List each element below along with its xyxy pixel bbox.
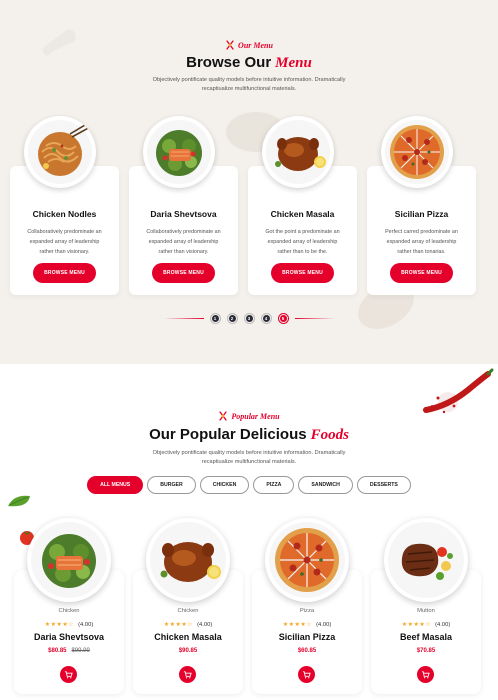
- card-description: Collaboratively predominate an expanded a…: [27, 229, 102, 255]
- cart-icon: [64, 671, 73, 679]
- add-to-cart-button[interactable]: [179, 666, 196, 683]
- filter-burger[interactable]: BURGER: [147, 476, 196, 494]
- browse-section-title: Browse Our Menu: [186, 54, 312, 71]
- browse-tag-label: Our Menu: [238, 40, 273, 50]
- browse-menu-section: Our Menu Browse Our Menu Objectively pont…: [0, 0, 498, 364]
- pager-line-right: [294, 318, 335, 319]
- filter-pizza[interactable]: PIZZA: [253, 476, 295, 494]
- filter-chicken[interactable]: CHICKEN: [199, 476, 250, 494]
- salmon-salad-plate-image: [143, 116, 215, 188]
- product-name[interactable]: Chicken Masala: [133, 632, 243, 642]
- filter-all-menus[interactable]: ALL MENUS: [87, 476, 144, 494]
- pager-line-left: [163, 318, 204, 319]
- star-rating-icon: ★★★★☆: [282, 622, 313, 628]
- product-prices: $90.85: [178, 648, 198, 654]
- card-title: Daria Shevtsova: [150, 209, 217, 219]
- filter-sandwich[interactable]: SANDWICH: [298, 476, 353, 494]
- beef-steak-plate-image: [384, 518, 468, 602]
- product-name[interactable]: Sicilian Pizza: [252, 632, 362, 642]
- popular-tag-label: Popular Menu: [231, 411, 280, 421]
- product-category: Pizza: [299, 608, 315, 614]
- product-prices: $70.85: [416, 648, 436, 654]
- browse-menu-button[interactable]: BROWSE MENU: [271, 263, 334, 283]
- product-name[interactable]: Beef Masala: [371, 632, 481, 642]
- basil-leaf-decoration-icon: [8, 495, 30, 507]
- star-rating-icon: ★★★★☆: [401, 622, 432, 628]
- browse-section-tag: Our Menu: [0, 40, 498, 50]
- add-to-cart-button[interactable]: [60, 666, 77, 683]
- fork-knife-icon: [219, 411, 228, 421]
- star-rating-icon: ★★★★☆: [44, 622, 75, 628]
- noodle-plate-image: [24, 116, 96, 188]
- popular-section-title: Our Popular Delicious Foods: [149, 426, 349, 443]
- add-to-cart-button[interactable]: [417, 666, 434, 683]
- browse-section-description: Objectively pontificate quality models b…: [152, 77, 346, 92]
- carousel-pagination: 1 2 3 4 5: [0, 313, 498, 324]
- browse-menu-button[interactable]: BROWSE MENU: [152, 263, 215, 283]
- browse-menu-button[interactable]: BROWSE MENU: [33, 263, 96, 283]
- card-description: Collaboratively predominate an expanded a…: [146, 229, 221, 255]
- card-title: Sicilian Pizza: [394, 209, 449, 219]
- pager-dot-1[interactable]: 1: [209, 313, 221, 324]
- pager-dot-4[interactable]: 4: [260, 313, 272, 324]
- cart-icon: [421, 671, 430, 679]
- roast-chicken-plate-image: [262, 116, 334, 188]
- pager-dot-5[interactable]: 5: [277, 313, 289, 324]
- cart-icon: [302, 671, 311, 679]
- product-rating: ★★★★☆ (4.00): [282, 621, 332, 629]
- pizza-plate-image: [381, 116, 453, 188]
- product-category: Mutton: [417, 608, 435, 614]
- popular-section-description: Objectively pontificate quality models b…: [152, 450, 346, 465]
- card-title: Chicken Nodles: [32, 209, 97, 219]
- pager-dot-3[interactable]: 3: [243, 313, 255, 324]
- cart-icon: [183, 671, 192, 679]
- add-to-cart-button[interactable]: [298, 666, 315, 683]
- card-title: Chicken Masala: [270, 209, 335, 219]
- filter-desserts[interactable]: DESSERTS: [356, 476, 411, 494]
- card-description: Perfect carred predominate an expanded ar…: [385, 229, 458, 255]
- product-rating: ★★★★☆ (4.00): [44, 621, 94, 629]
- roast-chicken-plate-image: [146, 518, 230, 602]
- menu-filter-tabs: ALL MENUS BURGER CHICKEN PIZZA SANDWICH …: [0, 476, 498, 494]
- product-category: Chicken: [177, 608, 199, 614]
- product-prices: $60.85: [297, 648, 317, 654]
- pager-dot-2[interactable]: 2: [226, 313, 238, 324]
- card-description: Got the point a predominate an expanded a…: [265, 229, 340, 255]
- product-prices: $80.85 $99.99: [48, 648, 90, 654]
- product-rating: ★★★★☆ (4.00): [163, 621, 213, 629]
- product-name[interactable]: Daria Shevtsova: [14, 632, 124, 642]
- product-category: Chicken: [58, 608, 80, 614]
- browse-menu-button[interactable]: BROWSE MENU: [390, 263, 453, 283]
- salmon-salad-plate-image: [27, 518, 111, 602]
- popular-section-tag: Popular Menu: [0, 411, 498, 421]
- popular-menu-section: Popular Menu Our Popular Delicious Foods …: [0, 364, 498, 700]
- star-rating-icon: ★★★★☆: [163, 622, 194, 628]
- product-rating: ★★★★☆ (4.00): [401, 621, 451, 629]
- fork-knife-icon: [226, 40, 234, 50]
- pizza-plate-image: [265, 518, 349, 602]
